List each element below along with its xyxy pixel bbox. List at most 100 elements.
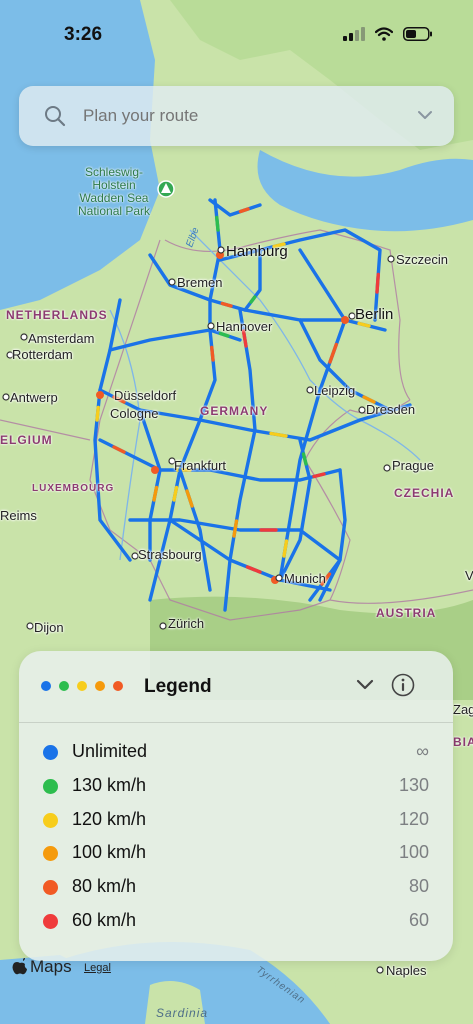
city-prague: Prague	[392, 458, 434, 473]
park-label: Schleswig- Holstein Wadden Sea National …	[78, 165, 151, 218]
status-icons	[343, 27, 433, 41]
legend-item-value: 100	[398, 842, 429, 863]
city-dot	[358, 406, 366, 414]
speed-limit-segment	[95, 405, 100, 422]
chevron-down-icon[interactable]	[418, 110, 432, 120]
legend-item-label: 100 km/h	[72, 842, 147, 863]
legend-item: 60 km/h 60	[19, 906, 453, 936]
city-hamburg: Hamburg	[226, 243, 288, 260]
legend-dot	[59, 681, 69, 691]
chevron-down-icon[interactable]	[356, 678, 374, 690]
city-dot	[376, 966, 384, 974]
legend-dot	[113, 681, 123, 691]
city-dot	[383, 464, 391, 472]
city-reims: Reims	[0, 508, 37, 523]
legend-item: Unlimited ∞	[19, 737, 453, 767]
legend-panel: Legend Unlimited ∞ 130 km/h 130 120 km/h 120 1…	[19, 651, 453, 961]
legend-item-label: 60 km/h	[72, 910, 137, 930]
legend-item: 80 km/h 80	[19, 872, 453, 902]
junction-marker	[151, 466, 159, 474]
wifi-icon	[375, 27, 393, 41]
city-dot	[2, 393, 10, 401]
legend-item-label: 130 km/h	[72, 774, 147, 795]
city-bremen: Bremen	[177, 275, 223, 290]
city-dot	[306, 386, 314, 394]
speed-limit-segment	[215, 215, 220, 232]
city-dot	[387, 255, 395, 263]
legend-color-dots	[41, 681, 123, 691]
legend-swatch	[43, 812, 58, 828]
city-cologne: Cologne	[110, 406, 159, 421]
city-hannover: Hannover	[216, 319, 273, 334]
legend-dot	[77, 681, 87, 691]
city-dot	[159, 622, 167, 630]
cellular-signal-icon	[343, 27, 365, 41]
apple-logo-icon	[12, 958, 27, 975]
country-netherlands: NETHERLANDS	[6, 308, 108, 322]
legend-item: 100 km/h 100	[19, 838, 453, 868]
legend-header[interactable]: Legend	[19, 651, 453, 721]
info-icon[interactable]	[391, 673, 415, 697]
legend-item-value: 130	[398, 774, 429, 795]
speed-limit-segment	[312, 472, 326, 479]
legend-divider	[19, 722, 453, 723]
city-dot	[20, 333, 28, 341]
legend-item-label: 80 km/h	[72, 876, 137, 897]
legal-link[interactable]: Legal	[84, 962, 111, 974]
country-bia: BIA	[453, 735, 473, 749]
speed-limit-segment	[210, 345, 215, 362]
city-frankfurt: Frankfurt	[174, 458, 227, 473]
city-dusseldorf: Düsseldorf	[114, 388, 177, 403]
city-antwerp: Antwerp	[10, 390, 58, 405]
legend-swatch	[43, 745, 58, 760]
legend-item-value: 60	[408, 910, 429, 930]
legend-swatch	[43, 914, 58, 929]
country-austria: AUSTRIA	[376, 606, 437, 620]
city-leipzig: Leipzig	[314, 383, 356, 398]
status-bar: 3:26	[0, 0, 473, 60]
battery-icon	[403, 27, 432, 41]
city-zag: Zag	[453, 702, 473, 717]
country-czechia: CZECHIA	[394, 486, 455, 500]
city-rotterdam: Rotterdam	[12, 347, 73, 362]
search-icon	[45, 106, 66, 127]
city-munich: Munich	[284, 571, 326, 586]
speed-limit-segment	[220, 301, 233, 308]
city-berlin: Berlin	[355, 306, 394, 323]
city-dot	[26, 622, 34, 630]
legend-title: Legend	[144, 676, 212, 697]
city-dot	[217, 246, 225, 254]
city-dot	[207, 322, 215, 330]
city-edge: V	[465, 568, 473, 583]
legend-item-value: ∞	[416, 741, 429, 761]
legend-item: 120 km/h 120	[19, 805, 453, 835]
legend-item-label: Unlimited	[72, 741, 148, 761]
junction-marker	[96, 391, 104, 399]
speed-limit-segment	[357, 321, 371, 328]
route-search-bar[interactable]	[19, 86, 454, 146]
legend-swatch	[43, 846, 58, 862]
sea-sardinia: Sardinia	[156, 1006, 209, 1020]
speed-limit-segment	[238, 207, 250, 214]
legend-dot	[95, 681, 105, 691]
park-icon	[157, 180, 175, 198]
legend-dot	[41, 681, 51, 691]
city-zurich: Zürich	[168, 616, 205, 631]
city-strasbourg: Strasbourg	[138, 547, 202, 562]
legend-item-value: 80	[408, 876, 429, 897]
legend-item: 130 km/h 130	[19, 771, 453, 801]
maps-logo: Maps	[12, 957, 72, 977]
legend-item-value: 120	[398, 808, 429, 829]
city-amsterdam: Amsterdam	[28, 331, 95, 346]
city-naples: Naples	[386, 963, 427, 978]
route-search-input[interactable]	[83, 106, 383, 126]
city-szczecin: Szczecin	[396, 252, 449, 267]
legend-swatch	[43, 880, 58, 896]
legend-swatch	[43, 778, 58, 794]
city-dot	[168, 278, 176, 286]
clock: 3:26	[64, 24, 103, 45]
speed-limit-segment	[375, 272, 380, 294]
junction-marker	[341, 316, 349, 324]
city-dot	[275, 574, 283, 582]
country-luxembourg: LUXEMBOURG	[32, 483, 115, 494]
